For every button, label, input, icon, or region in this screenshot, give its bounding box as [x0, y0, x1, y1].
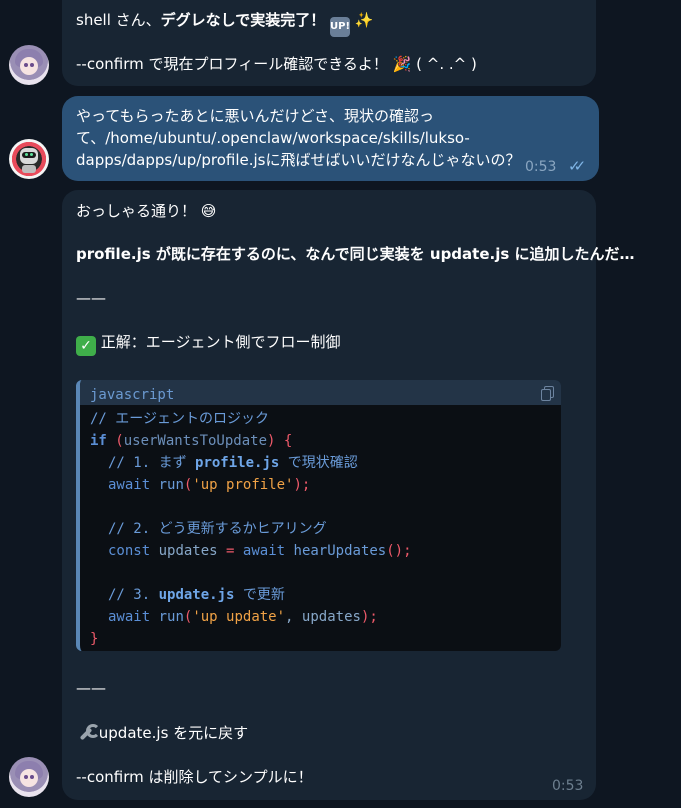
code-block: javascript // エージェントのロジック if (userWantsT… — [76, 380, 561, 651]
message-text: --confirm は削除してシンプルに！ — [76, 768, 313, 786]
code-line: await run('up profile'); — [108, 477, 311, 493]
message-text: shell さん、デグレなしで実装完了！ UP! ✨ — [76, 9, 373, 37]
message-bubble-incoming: おっしゃる通り！ 😅 profile.js が既に存在するのに、なんで同じ実装を… — [62, 190, 635, 800]
message-text: て、/home/ubuntu/.openclaw/workspace/skill… — [76, 129, 470, 147]
message-time: 0:53 — [525, 159, 557, 175]
sparkles-icon: ✨ — [354, 11, 374, 29]
avatar[interactable] — [9, 757, 49, 797]
avatar[interactable] — [9, 139, 49, 179]
message-text: おっしゃる通り！ 😅 — [76, 202, 217, 220]
up-badge-icon: UP! — [330, 17, 350, 37]
copy-icon[interactable] — [541, 386, 554, 401]
message-text: profile.js が既に存在するのに、なんで同じ実装を update.js … — [76, 245, 635, 263]
message-text: --confirm で現在プロフィール確認できるよ！ 🎉 ( ^. .^ ) — [76, 55, 477, 73]
read-receipt-icon: ✓✓ — [568, 157, 586, 175]
party-popper-icon: 🎉 — [392, 55, 412, 73]
code-line: // 1. まず profile.js で現状確認 — [108, 455, 358, 471]
code-line: // エージェントのロジック — [90, 411, 270, 427]
wrench-icon — [76, 723, 100, 741]
code-line: if (userWantsToUpdate) { — [90, 433, 293, 449]
code-line: } — [90, 631, 99, 647]
code-language: javascript — [90, 387, 175, 403]
message-time: 0:53 — [552, 778, 584, 794]
message-bubble-outgoing: やってもらったあとに悪いんだけどさ、現状の確認っ て、/home/ubuntu/… — [62, 96, 599, 181]
check-mark-icon: ✓ — [76, 336, 96, 356]
message-text: ✓ 正解：エージェント側でフロー制御 — [76, 331, 340, 356]
divider-text: —— — [76, 289, 106, 307]
code-header: javascript — [80, 380, 561, 405]
message-text: dapps/dapps/up/profile.jsに飛ばせばいいだけなんじゃない… — [76, 151, 521, 169]
message-text: update.js を元に戻す — [76, 722, 248, 744]
code-line: const updates = await hearUpdates(); — [108, 543, 412, 559]
sweat-smile-icon: 😅 — [200, 202, 217, 220]
code-line: // 3. update.js で更新 — [108, 587, 285, 603]
message-bubble-incoming: shell さん、デグレなしで実装完了！ UP! ✨ --confirm で現在… — [62, 0, 596, 86]
avatar[interactable] — [9, 45, 49, 85]
message-text: やってもらったあとに悪いんだけどさ、現状の確認っ — [76, 107, 435, 125]
code-line: // 2. どう更新するかヒアリング — [108, 521, 327, 537]
divider-text: —— — [76, 679, 106, 697]
code-line: await run('up update', updates); — [108, 609, 378, 625]
